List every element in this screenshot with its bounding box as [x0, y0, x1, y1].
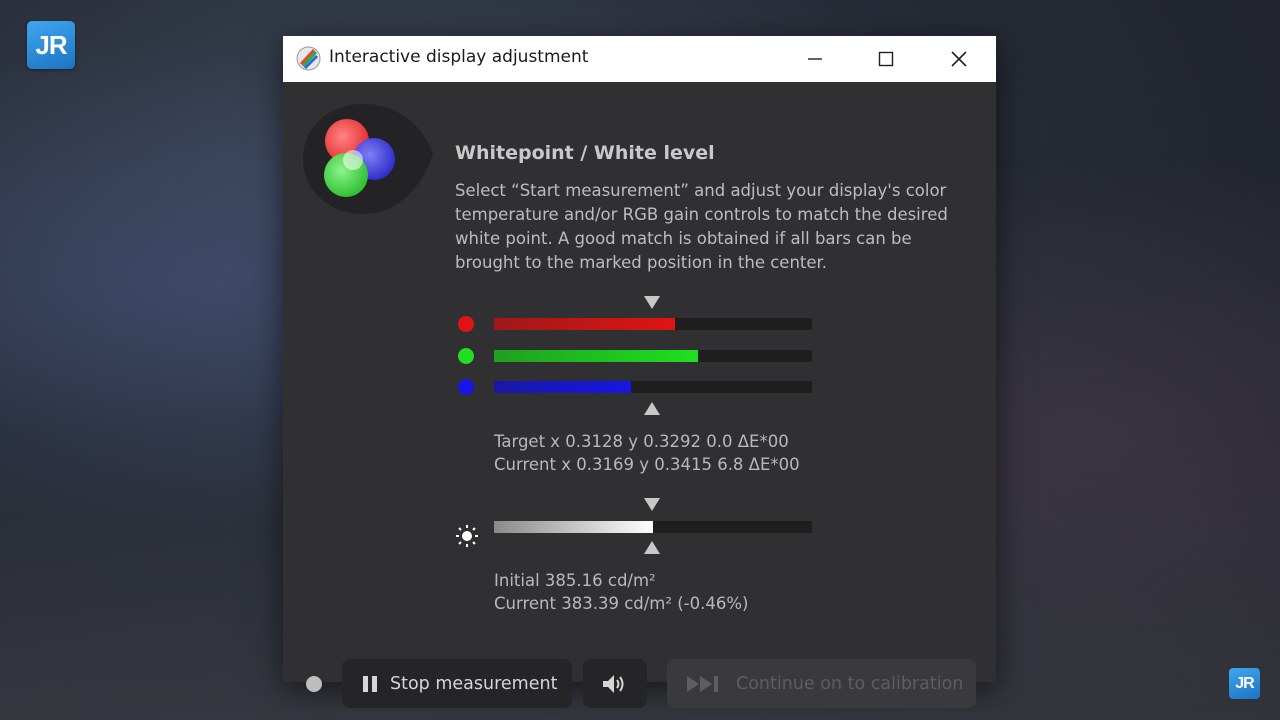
window-content: Whitepoint / White level Select “Start m…	[283, 82, 996, 708]
measurement-status-indicator	[306, 676, 322, 692]
section-description: Select “Start measurement” and adjust yo…	[455, 181, 948, 272]
jr-logo: JR	[27, 21, 75, 69]
continue-to-calibration-button[interactable]: Continue on to calibration	[667, 659, 976, 708]
current-whitepoint-text: Current x 0.3169 y 0.3415 6.8 ΔE*00	[494, 455, 800, 474]
section-heading: Whitepoint / White level	[455, 142, 715, 164]
luminance-readout: Initial 385.16 cd/m² Current 383.39 cd/m…	[494, 569, 748, 615]
close-button[interactable]	[936, 36, 982, 82]
displaycal-app-icon	[296, 46, 321, 71]
minimize-icon	[808, 58, 822, 60]
luminance-fill	[494, 521, 653, 533]
rgb-circles-illustration-icon	[303, 104, 433, 214]
stop-measurement-label: Stop measurement	[390, 673, 558, 694]
title-bar[interactable]: Interactive display adjustment	[283, 36, 996, 82]
initial-luminance-text: Initial 385.16 cd/m²	[494, 571, 656, 590]
green-channel-dot	[458, 348, 474, 364]
interactive-display-adjustment-window: Interactive display adjustment Whitepoin…	[283, 36, 996, 708]
maximize-button[interactable]	[863, 36, 909, 82]
luminance-bar	[494, 521, 812, 533]
blue-channel-dot	[458, 379, 474, 395]
window-title: Interactive display adjustment	[329, 47, 589, 67]
whitepoint-readout: Target x 0.3128 y 0.3292 0.0 ΔE*00 Curre…	[494, 430, 800, 476]
skip-forward-icon	[687, 675, 718, 692]
minimize-button[interactable]	[792, 36, 838, 82]
brightness-sun-icon	[456, 525, 478, 547]
red-channel-fill	[494, 318, 675, 330]
green-channel-fill	[494, 350, 698, 362]
continue-to-calibration-label: Continue on to calibration	[736, 673, 964, 694]
pause-icon	[363, 675, 377, 692]
stop-measurement-button[interactable]: Stop measurement	[342, 659, 572, 708]
rgb-target-marker-top	[644, 296, 660, 309]
luminance-target-marker-top	[644, 498, 660, 511]
jr-logo-small: JR	[1229, 668, 1260, 699]
luminance-target-marker-bottom	[644, 541, 660, 554]
red-channel-bar	[494, 318, 812, 330]
maximize-icon	[878, 51, 894, 67]
rgb-target-marker-bottom	[644, 402, 660, 415]
blue-channel-fill	[494, 381, 631, 393]
green-channel-bar	[494, 350, 812, 362]
speaker-icon	[603, 674, 624, 693]
red-channel-dot	[458, 316, 474, 332]
current-luminance-text: Current 383.39 cd/m² (-0.46%)	[494, 594, 749, 613]
sound-toggle-button[interactable]	[583, 659, 647, 708]
close-icon	[951, 51, 967, 67]
blue-channel-bar	[494, 381, 812, 393]
target-whitepoint-text: Target x 0.3128 y 0.3292 0.0 ΔE*00	[494, 432, 789, 451]
